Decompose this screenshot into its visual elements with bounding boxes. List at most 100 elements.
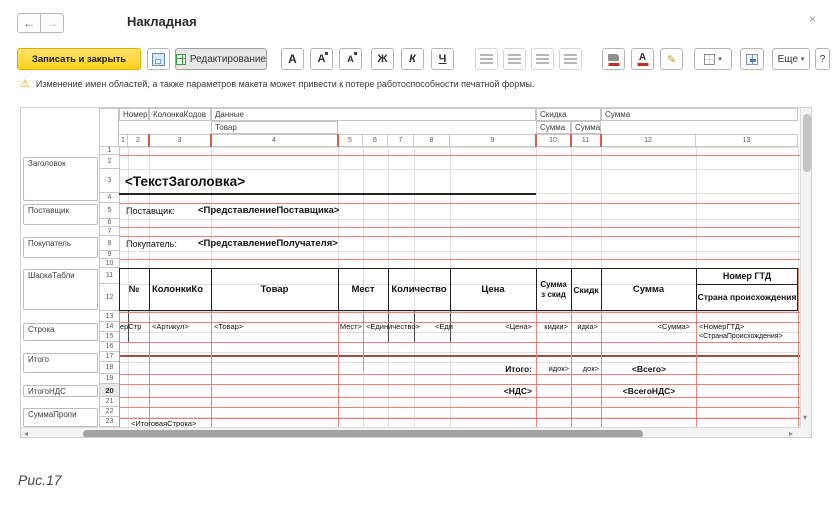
area-name-box[interactable]: Заголовок — [23, 157, 98, 201]
text-color-button[interactable]: А — [631, 48, 654, 70]
merge-cells-button[interactable] — [740, 48, 764, 70]
column-number-cell[interactable]: 7 — [387, 134, 414, 147]
column-number-cell[interactable]: 4 — [210, 134, 338, 147]
horizontal-scrollbar-thumb[interactable] — [83, 430, 643, 438]
column-number-cell[interactable]: 5 — [337, 134, 363, 147]
help-button[interactable]: ? — [815, 48, 830, 70]
cell-gtd[interactable]: <НомерГТД> — [699, 322, 796, 332]
cell-discount[interactable]: идка> — [572, 322, 598, 332]
row-number-cell[interactable]: 3 — [99, 168, 120, 193]
cell-total-sum[interactable]: <Всего> — [602, 363, 696, 375]
header-cell-num[interactable]: № — [119, 268, 149, 311]
header-cell-codes[interactable]: КолонкиКо — [149, 268, 211, 311]
cell-price[interactable]: <Цена> — [452, 322, 532, 332]
fill-color-button[interactable] — [602, 48, 625, 70]
forward-button[interactable]: → — [40, 13, 64, 33]
font-decrease-button[interactable]: А — [339, 48, 362, 70]
area-name-box[interactable]: Покупатель — [23, 237, 98, 258]
column-group-header[interactable]: Скидка — [536, 108, 601, 121]
cell-total-label[interactable]: Итого: — [452, 363, 532, 375]
row-number-cell[interactable]: 11 — [99, 267, 120, 284]
area-name-box[interactable]: Строка — [23, 323, 98, 341]
align-right-button[interactable] — [531, 48, 554, 70]
header-cell-discount[interactable]: Скидк — [571, 268, 601, 311]
cell-supplier-value[interactable]: <ПредставлениеПоставщика> — [198, 204, 438, 218]
cell-product[interactable]: <Товар> — [214, 322, 334, 332]
column-number-cell[interactable]: 8 — [413, 134, 450, 147]
scroll-left-icon[interactable]: ◂ — [24, 429, 28, 438]
cell-vat-total[interactable]: <ВсегоНДС> — [602, 385, 696, 397]
cell-total-no-disc[interactable]: идок> — [538, 363, 569, 375]
row-number-cell[interactable]: 23 — [99, 416, 120, 427]
column-number-cell[interactable]: 9 — [449, 134, 536, 147]
cell-title-text[interactable]: <ТекстЗаголовка> — [125, 171, 385, 193]
area-name-box[interactable]: ИтогоНДС — [23, 385, 98, 397]
bold-button[interactable]: Ж — [371, 48, 394, 70]
cell-sum[interactable]: <Сумма> — [602, 322, 690, 332]
column-group-header[interactable]: Сумма — [601, 108, 798, 121]
close-icon[interactable]: × — [809, 12, 816, 26]
column-group-tick — [210, 134, 212, 147]
row-number-cell[interactable]: 2 — [99, 154, 120, 169]
header-cell-product[interactable]: Товар — [211, 268, 338, 311]
header-cell-places[interactable]: Мест — [338, 268, 388, 311]
column-subgroup-header[interactable]: Товар — [211, 121, 338, 134]
font-button[interactable]: А — [281, 48, 304, 70]
column-number-cell[interactable]: 2 — [127, 134, 149, 147]
row-number-cell[interactable]: 8 — [99, 235, 120, 251]
header-cell-sum-no-disc[interactable]: Сумма з скид — [536, 268, 571, 311]
cell-unit[interactable]: <Единичество> — [366, 322, 428, 332]
vertical-scrollbar[interactable]: ▾ — [800, 108, 812, 427]
area-name-box[interactable]: ШапкаТабли — [23, 269, 98, 310]
borders-dropdown-button[interactable]: ▾ — [694, 48, 732, 70]
column-number-cell[interactable]: 10 — [535, 134, 571, 147]
cell-places[interactable]: Мест> — [338, 322, 362, 332]
more-button[interactable]: Еще ▾ — [772, 48, 810, 70]
column-group-header[interactable]: НомерС — [119, 108, 149, 121]
area-name-box[interactable]: Итого — [23, 353, 98, 373]
header-cell-gtd[interactable]: Номер ГТД — [696, 268, 798, 284]
back-button[interactable]: ← — [17, 13, 41, 33]
cell-article[interactable]: <Артикул> — [152, 322, 210, 332]
align-center-button[interactable] — [503, 48, 526, 70]
header-cell-sum[interactable]: Сумма — [601, 268, 696, 311]
underline-button[interactable]: Ч — [431, 48, 454, 70]
column-number-cell[interactable]: 6 — [362, 134, 388, 147]
cell-sum-no-disc[interactable]: кидки> — [537, 322, 568, 332]
column-number-cell[interactable]: 13 — [695, 134, 798, 147]
area-name-box[interactable]: СуммаПропи — [23, 408, 98, 427]
column-number-cell[interactable]: 12 — [600, 134, 696, 147]
cell-country[interactable]: <СтранаПроисхождения> — [699, 332, 798, 342]
column-group-header[interactable]: КолонкаКодов — [149, 108, 211, 121]
header-cell-qty[interactable]: Количество — [388, 268, 450, 311]
vertical-scrollbar-thumb[interactable] — [803, 114, 811, 172]
cell-vat[interactable]: <НДС> — [452, 385, 532, 397]
font-increase-button[interactable]: А — [310, 48, 333, 70]
column-subgroup-header[interactable]: Сумма — [571, 121, 601, 134]
scroll-right-icon[interactable]: ▸ — [789, 429, 793, 438]
header-cell-country[interactable]: Страна происхождения — [696, 284, 798, 311]
cell-total-disc[interactable]: док> — [573, 363, 599, 375]
save-and-close-button[interactable]: Записать и закрыть — [17, 48, 141, 70]
header-cell-price[interactable]: Цена — [450, 268, 536, 311]
column-group-header[interactable]: Данные — [211, 108, 536, 121]
row-number-cell[interactable]: 12 — [99, 283, 120, 311]
column-subgroup-header[interactable]: Сумма — [536, 121, 571, 134]
area-name-box[interactable]: Поставщик — [23, 204, 98, 225]
horizontal-scrollbar[interactable]: ◂ ▸ — [21, 427, 800, 438]
border-pencil-button[interactable]: ✎ — [660, 48, 683, 70]
cell-supplier-label[interactable]: Поставщик: — [126, 204, 196, 218]
cell-line-num[interactable]: ерСтр — [120, 322, 148, 332]
editing-mode-button[interactable]: Редактирование — [175, 48, 267, 70]
column-number-cell[interactable]: 3 — [148, 134, 211, 147]
row-number-cell[interactable]: 20 — [99, 383, 120, 397]
align-justify-button[interactable] — [559, 48, 582, 70]
row-number-cell[interactable]: 5 — [99, 202, 120, 219]
column-number-cell[interactable]: 11 — [570, 134, 601, 147]
cell-buyer-value[interactable]: <ПредставлениеПолучателя> — [198, 237, 438, 251]
cell-buyer-label[interactable]: Покупатель: — [126, 237, 196, 251]
align-left-button[interactable] — [475, 48, 498, 70]
italic-button[interactable]: К — [401, 48, 424, 70]
save-button[interactable] — [147, 48, 170, 70]
scroll-down-icon[interactable]: ▾ — [803, 413, 807, 422]
